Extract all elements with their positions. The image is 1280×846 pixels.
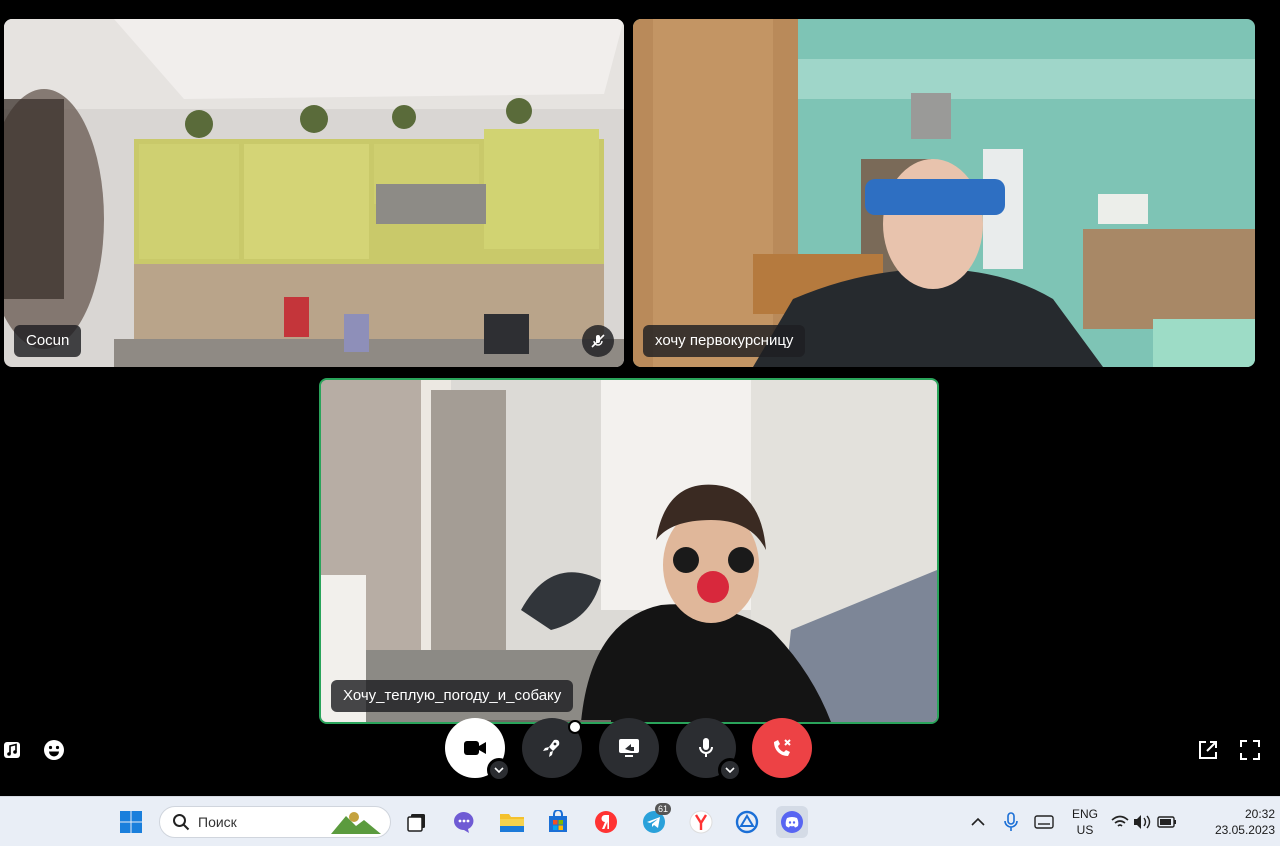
taskbar-search[interactable]: Поиск [159, 806, 391, 838]
task-view-icon[interactable] [401, 806, 433, 838]
chat-icon[interactable] [448, 806, 480, 838]
participant-name: хочу первокурсницу [643, 325, 806, 357]
clock-date: 23.05.2023 [1214, 823, 1275, 837]
input-language-code: ENG [1071, 807, 1098, 821]
activities-button[interactable] [522, 718, 582, 778]
windows-taskbar: Поиск 61 ENG US 20:32 23.05.2023 [0, 796, 1280, 846]
camera-options-chevron-icon[interactable] [487, 758, 511, 782]
video-tile-hochu-tepluyu-pogodu[interactable]: Хочу_теплую_погоду_и_собаку [319, 378, 939, 724]
hang-up-icon [774, 739, 791, 756]
yandex-browser-icon[interactable] [590, 806, 622, 838]
tray-microphone-icon[interactable] [995, 806, 1027, 838]
fullscreen-icon[interactable] [1238, 738, 1262, 762]
video-feed-kitchen [4, 19, 624, 367]
touch-keyboard-icon[interactable] [1028, 806, 1060, 838]
tray-overflow-chevron-icon[interactable] [962, 806, 994, 838]
participant-name: Cocun [14, 325, 82, 357]
search-icon [173, 814, 190, 831]
camera-toggle-button[interactable] [445, 718, 511, 782]
search-highlight-icon [331, 812, 381, 834]
clock[interactable]: 20:32 23.05.2023 [1195, 806, 1275, 838]
video-feed-dorm [633, 19, 1255, 367]
activity-indicator-dot [568, 720, 582, 734]
call-controls [0, 718, 1280, 782]
participant-name: Хочу_теплую_погоду_и_собаку [331, 680, 574, 712]
soundboard-icon[interactable] [0, 738, 24, 762]
microsoft-store-icon[interactable] [542, 806, 574, 838]
discord-icon[interactable] [776, 806, 808, 838]
video-tile-cocun[interactable]: Cocun [4, 19, 624, 367]
microphone-button[interactable] [676, 718, 742, 782]
telegram-icon[interactable]: 61 [638, 803, 672, 838]
input-language-region: US [1076, 823, 1094, 837]
rocket-icon [543, 739, 560, 757]
screen-share-icon [619, 739, 639, 757]
windows-logo-icon [120, 811, 142, 833]
mic-muted-icon [582, 325, 614, 357]
microphone-icon [699, 738, 713, 757]
search-placeholder: Поиск [198, 814, 237, 830]
emoji-icon[interactable] [42, 738, 66, 762]
video-feed-bedroom [321, 380, 937, 722]
clock-time: 20:32 [1244, 807, 1275, 821]
microphone-options-chevron-icon[interactable] [718, 758, 742, 782]
app-launcher-icon[interactable] [731, 806, 763, 838]
start-button[interactable] [115, 806, 147, 838]
yandex-icon[interactable] [685, 806, 717, 838]
telegram-unread-badge: 61 [655, 803, 672, 815]
video-camera-icon [464, 741, 486, 755]
file-explorer-icon[interactable] [496, 806, 528, 838]
call-stage: Cocun хочу первокурсницу Хочу_теплую_пог… [0, 0, 1280, 796]
disconnect-button[interactable] [752, 718, 812, 778]
video-tile-hochu-pervokursnitsu[interactable]: хочу первокурсницу [633, 19, 1255, 367]
share-screen-button[interactable] [599, 718, 659, 778]
pop-out-icon[interactable] [1196, 738, 1220, 762]
input-language-indicator[interactable]: ENG US [1066, 806, 1104, 838]
network-volume-battery-group[interactable] [1110, 806, 1180, 838]
